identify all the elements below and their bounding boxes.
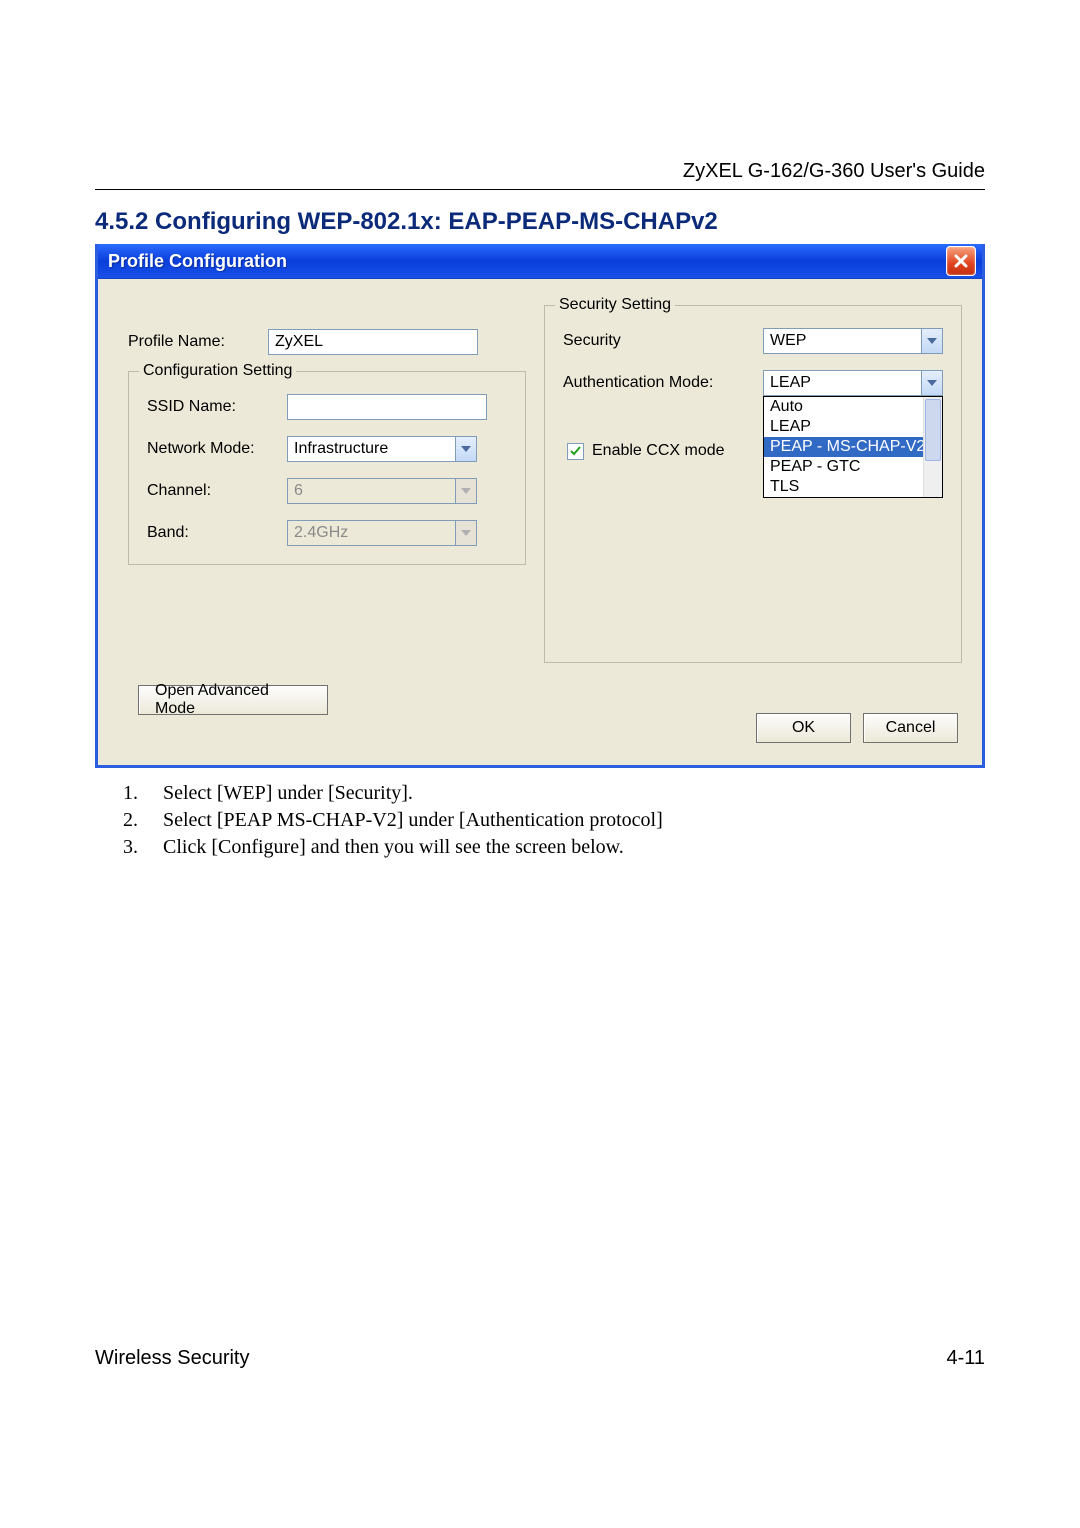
title-bar: Profile Configuration	[98, 244, 982, 279]
ssid-input[interactable]	[287, 394, 487, 420]
auth-mode-dropdown-list[interactable]: AutoLEAPPEAP - MS-CHAP-V2PEAP - GTCTLS	[763, 396, 943, 498]
close-button[interactable]	[946, 246, 976, 276]
security-label: Security	[563, 332, 763, 350]
band-label: Band:	[147, 524, 287, 542]
footer-right: 4-11	[946, 1347, 985, 1370]
network-mode-label: Network Mode:	[147, 440, 287, 458]
open-advanced-mode-button[interactable]: Open Advanced Mode	[138, 685, 328, 715]
auth-mode-option[interactable]: Auto	[764, 397, 942, 417]
doc-header: ZyXEL G-162/G-360 User's Guide	[95, 160, 985, 190]
configuration-setting-group: Configuration Setting SSID Name: Network…	[128, 371, 526, 565]
auth-mode-value: LEAP	[764, 371, 921, 395]
config-group-legend: Configuration Setting	[139, 362, 296, 380]
chevron-down-icon	[455, 521, 476, 545]
enable-ccx-label: Enable CCX mode	[592, 442, 725, 460]
security-group-legend: Security Setting	[555, 296, 675, 314]
band-value: 2.4GHz	[288, 521, 455, 545]
scrollbar-thumb[interactable]	[925, 399, 941, 461]
instructions-list: 1.Select [WEP] under [Security]. 2.Select…	[123, 782, 985, 859]
channel-label: Channel:	[147, 482, 287, 500]
cancel-button[interactable]: Cancel	[863, 713, 958, 743]
close-icon	[953, 253, 969, 269]
enable-ccx-checkbox[interactable]	[567, 443, 584, 460]
profile-name-label: Profile Name:	[128, 333, 268, 351]
ok-button[interactable]: OK	[756, 713, 851, 743]
auth-mode-option[interactable]: PEAP - GTC	[764, 457, 942, 477]
section-heading: 4.5.2 Configuring WEP-802.1x: EAP-PEAP-M…	[95, 208, 985, 236]
network-mode-value: Infrastructure	[288, 437, 455, 461]
profile-config-dialog: Profile Configuration Profile Name: Conf…	[95, 244, 985, 768]
auth-mode-option[interactable]: LEAP	[764, 417, 942, 437]
check-icon	[570, 446, 581, 457]
network-mode-combo[interactable]: Infrastructure	[287, 436, 477, 462]
channel-combo: 6	[287, 478, 477, 504]
scrollbar-track[interactable]	[923, 397, 942, 497]
chevron-down-icon	[921, 371, 942, 395]
instruction-item: 3.Click [Configure] and then you will se…	[123, 836, 985, 859]
auth-mode-label: Authentication Mode:	[563, 374, 763, 392]
chevron-down-icon	[455, 437, 476, 461]
instruction-item: 2.Select [PEAP MS-CHAP-V2] under [Authen…	[123, 809, 985, 832]
profile-name-input[interactable]	[268, 329, 478, 355]
ssid-label: SSID Name:	[147, 398, 287, 416]
security-setting-group: Security Setting Security WEP Authentica…	[544, 305, 962, 663]
auth-mode-combo[interactable]: LEAP	[763, 370, 943, 396]
instruction-item: 1.Select [WEP] under [Security].	[123, 782, 985, 805]
chevron-down-icon	[455, 479, 476, 503]
auth-mode-option[interactable]: TLS	[764, 477, 942, 497]
security-value: WEP	[764, 329, 921, 353]
dialog-title: Profile Configuration	[108, 251, 946, 272]
security-combo[interactable]: WEP	[763, 328, 943, 354]
chevron-down-icon	[921, 329, 942, 353]
auth-mode-option[interactable]: PEAP - MS-CHAP-V2	[764, 437, 942, 457]
footer-left: Wireless Security	[95, 1347, 249, 1370]
band-combo: 2.4GHz	[287, 520, 477, 546]
channel-value: 6	[288, 479, 455, 503]
